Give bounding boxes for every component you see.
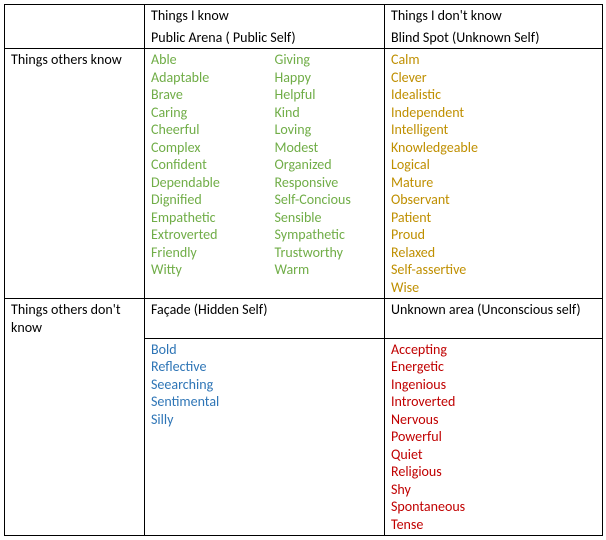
trait: Adaptable: [151, 69, 255, 87]
trait: Patient: [391, 209, 596, 227]
trait: Self-assertive: [391, 261, 596, 279]
trait: Accepting: [391, 341, 596, 359]
trait: Observant: [391, 191, 596, 209]
col-header-unknown: Things I don't know: [385, 5, 603, 27]
trait: Sympathetic: [275, 226, 379, 244]
trait: Intelligent: [391, 121, 596, 139]
public-list-col2: Giving Happy Helpful Kind Loving Modest …: [275, 51, 379, 279]
facade-title: Façade (Hidden Self): [145, 299, 385, 339]
trait: Clever: [391, 69, 596, 87]
trait: Sentimental: [151, 393, 378, 411]
trait: Warm: [275, 261, 379, 279]
facade-list: Bold Reflective Seearching Sentimental S…: [151, 341, 378, 429]
trait: Reflective: [151, 358, 378, 376]
trait: Helpful: [275, 86, 379, 104]
trait: Religious: [391, 463, 596, 481]
row-header-unknown-pad: [5, 338, 145, 536]
trait: Witty: [151, 261, 255, 279]
trait: Powerful: [391, 428, 596, 446]
public-title: Public Arena ( Public Self): [145, 27, 385, 49]
trait: Independent: [391, 104, 596, 122]
trait: Caring: [151, 104, 255, 122]
trait: Cheerful: [151, 121, 255, 139]
johari-table: Things I know Things I don't know Public…: [4, 4, 603, 536]
trait: Proud: [391, 226, 596, 244]
trait: Able: [151, 51, 255, 69]
trait: Friendly: [151, 244, 255, 262]
trait: Dignified: [151, 191, 255, 209]
facade-cell: Bold Reflective Seearching Sentimental S…: [145, 338, 385, 536]
unknown-cell: Accepting Energetic Ingenious Introverte…: [385, 338, 603, 536]
trait: Empathetic: [151, 209, 255, 227]
trait: Dependable: [151, 174, 255, 192]
corner-empty-2: [5, 27, 145, 49]
trait: Responsive: [275, 174, 379, 192]
trait: Idealistic: [391, 86, 596, 104]
trait: Bold: [151, 341, 378, 359]
trait: Confident: [151, 156, 255, 174]
public-cell: Able Adaptable Brave Caring Cheerful Com…: [145, 49, 385, 299]
trait: Spontaneous: [391, 498, 596, 516]
trait: Seearching: [151, 376, 378, 394]
trait: Relaxed: [391, 244, 596, 262]
col-header-known: Things I know: [145, 5, 385, 27]
corner-empty: [5, 5, 145, 27]
blind-list: Calm Clever Idealistic Independent Intel…: [391, 51, 596, 296]
trait: Introverted: [391, 393, 596, 411]
trait: Loving: [275, 121, 379, 139]
trait: Brave: [151, 86, 255, 104]
trait: Self-Concious: [275, 191, 379, 209]
trait: Tense: [391, 516, 596, 534]
trait: Sensible: [275, 209, 379, 227]
trait: Happy: [275, 69, 379, 87]
blind-title: Blind Spot (Unknown Self): [385, 27, 603, 49]
trait: Logical: [391, 156, 596, 174]
trait: Energetic: [391, 358, 596, 376]
trait: Mature: [391, 174, 596, 192]
trait: Quiet: [391, 446, 596, 464]
trait: Shy: [391, 481, 596, 499]
unknown-title: Unknown area (Unconscious self): [385, 299, 603, 339]
trait: Ingenious: [391, 376, 596, 394]
public-list-col1: Able Adaptable Brave Caring Cheerful Com…: [151, 51, 255, 279]
trait: Calm: [391, 51, 596, 69]
trait: Organized: [275, 156, 379, 174]
blind-cell: Calm Clever Idealistic Independent Intel…: [385, 49, 603, 299]
trait: Kind: [275, 104, 379, 122]
row-header-unknown: Things others don't know: [5, 299, 145, 339]
row-header-known: Things others know: [5, 49, 145, 299]
trait: Modest: [275, 139, 379, 157]
trait: Nervous: [391, 411, 596, 429]
trait: Wise: [391, 279, 596, 297]
trait: Knowledgeable: [391, 139, 596, 157]
trait: Silly: [151, 411, 378, 429]
trait: Complex: [151, 139, 255, 157]
unknown-list: Accepting Energetic Ingenious Introverte…: [391, 341, 596, 534]
trait: Extroverted: [151, 226, 255, 244]
trait: Trustworthy: [275, 244, 379, 262]
trait: Giving: [275, 51, 379, 69]
